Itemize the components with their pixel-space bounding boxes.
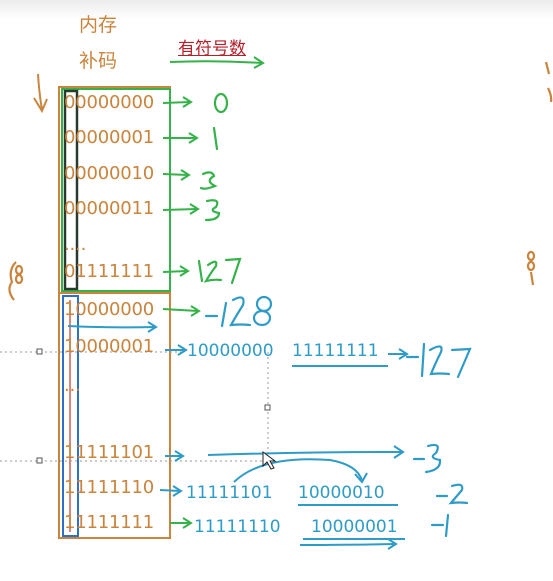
- bin-row-2: 00000010: [64, 163, 155, 184]
- conv-129-inverted: 11111111: [292, 341, 379, 361]
- conv-254-inverted: 10000010: [298, 483, 385, 503]
- bin-row-128: 10000000: [64, 299, 155, 320]
- bin-row-129: 10000001: [64, 336, 155, 357]
- conv-254-minus-one: 11111101: [186, 483, 273, 503]
- sign-bit-bar-positive: [63, 89, 79, 291]
- bin-row-1: 00000001: [64, 127, 155, 148]
- mouse-cursor: [262, 451, 277, 470]
- handwritten-negative-values: [405, 342, 472, 538]
- bin-row-3: 00000011: [64, 198, 155, 219]
- bin-row-255: 11111111: [64, 512, 155, 533]
- bin-row-0: 00000000: [64, 92, 155, 113]
- ellipsis-upper: ....: [64, 234, 87, 255]
- header-arrow: [169, 60, 263, 64]
- handwritten-minus-128: [204, 295, 273, 328]
- conv-129-minus-one: 10000000: [187, 341, 274, 361]
- bin-row-253: 11111101: [64, 442, 155, 463]
- conv-255-inverted: 10000001: [311, 517, 398, 537]
- handwritten-positive-values: [197, 92, 242, 285]
- green-arrows: [162, 96, 201, 529]
- conv-255-minus-one: 11111110: [194, 517, 281, 537]
- whiteboard-canvas: 内存 补码 有符号数 00000000 00000001 00000010 00…: [0, 0, 553, 581]
- bin-row-254: 11111110: [64, 477, 155, 498]
- ellipsis-lower: ...: [64, 375, 81, 396]
- bin-row-127: 01111111: [64, 261, 155, 282]
